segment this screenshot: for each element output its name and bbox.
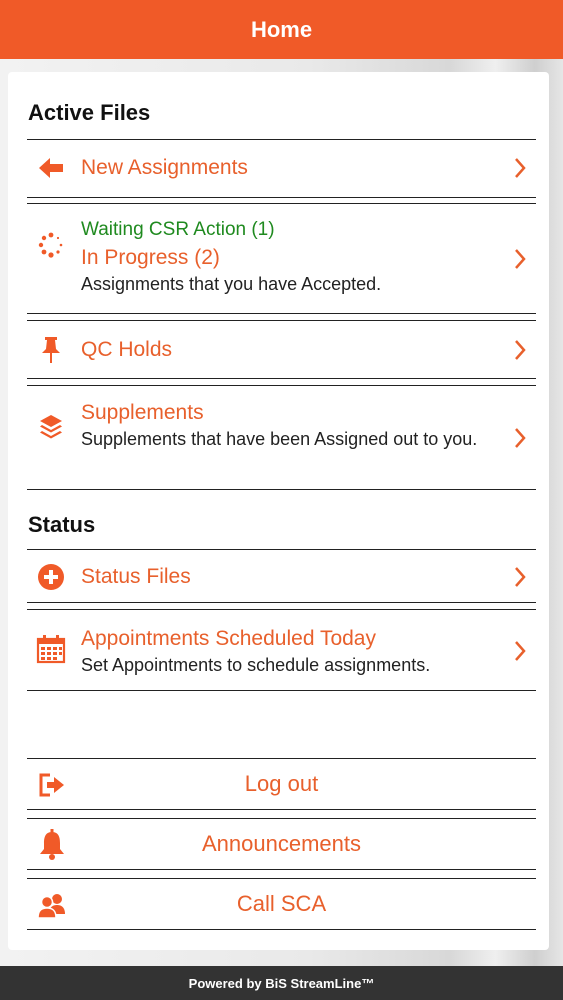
appointments-label: Appointments Scheduled Today <box>81 627 376 650</box>
bell-icon <box>35 828 69 862</box>
chevron-right-icon <box>510 639 530 663</box>
chevron-right-icon <box>510 338 530 362</box>
appointments-description: Set Appointments to schedule assignments… <box>81 655 431 675</box>
users-icon <box>35 888 69 922</box>
logout-icon <box>35 768 69 802</box>
spinner-icon <box>35 229 67 261</box>
call-sca-label: Call SCA <box>236 891 327 916</box>
supplements-label: Supplements <box>81 401 204 424</box>
supplements-row[interactable]: Supplements Supplements that have been A… <box>27 385 536 490</box>
calendar-icon <box>35 633 67 665</box>
chevron-right-icon <box>510 426 530 450</box>
in-progress-status: Waiting CSR Action (1) <box>81 219 275 240</box>
chevron-right-icon <box>510 247 530 271</box>
chevron-right-icon <box>510 565 530 589</box>
arrow-left-icon <box>35 152 67 184</box>
announcements-label: Announcements <box>202 831 361 856</box>
pushpin-icon <box>35 334 67 366</box>
logout-label: Log out <box>244 771 319 796</box>
new-assignments-label: New Assignments <box>81 156 248 179</box>
qc-holds-row[interactable]: QC Holds <box>27 320 536 379</box>
new-assignments-row[interactable]: New Assignments <box>27 139 536 198</box>
home-card: Active Files New Assignments Waiting CSR… <box>8 72 549 950</box>
footer: Powered by BiS StreamLine™ <box>0 966 563 1000</box>
status-files-row[interactable]: Status Files <box>27 549 536 603</box>
chevron-right-icon <box>510 156 530 180</box>
active-files-heading: Active Files <box>28 100 151 125</box>
qc-holds-label: QC Holds <box>81 338 173 361</box>
in-progress-label: In Progress (2) <box>81 246 220 269</box>
appointments-row[interactable]: Appointments Scheduled Today Set Appoint… <box>27 609 536 691</box>
in-progress-row[interactable]: Waiting CSR Action (1) In Progress (2) A… <box>27 203 536 314</box>
logout-button[interactable]: Log out <box>27 758 536 810</box>
page-title: Home <box>250 16 313 42</box>
status-files-label: Status Files <box>81 565 191 588</box>
status-heading: Status <box>28 512 96 537</box>
announcements-button[interactable]: Announcements <box>27 818 536 870</box>
in-progress-description: Assignments that you have Accepted. <box>81 274 382 294</box>
app-header: Home <box>0 0 563 59</box>
supplements-description: Supplements that have been Assigned out … <box>81 429 478 449</box>
plus-circle-icon <box>35 561 67 593</box>
call-sca-button[interactable]: Call SCA <box>27 878 536 930</box>
footer-text: Powered by BiS StreamLine™ <box>188 975 375 991</box>
layers-icon <box>35 410 67 442</box>
